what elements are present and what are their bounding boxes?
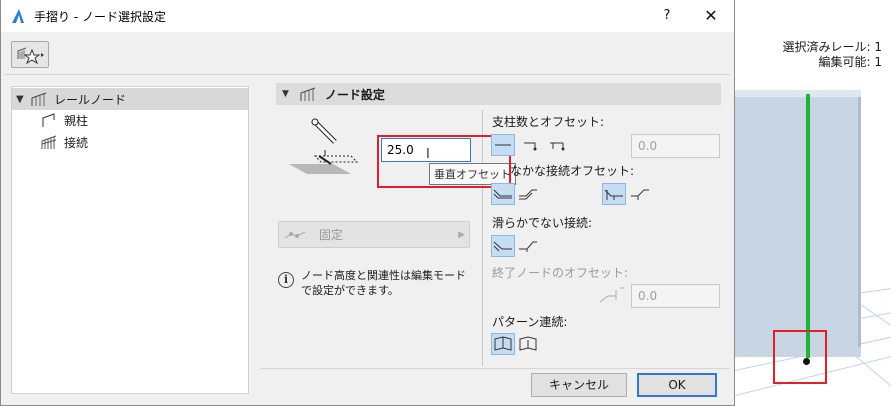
posts-mode-icon bbox=[524, 142, 537, 151]
fix-mode-icon bbox=[284, 231, 306, 238]
fix-dropdown-label: 固定 bbox=[319, 228, 344, 242]
tree-item-connection[interactable]: 接続 bbox=[38, 131, 88, 153]
node-preview-diagram bbox=[289, 118, 359, 174]
footer-divider bbox=[260, 368, 730, 369]
posts-offset-label: 支柱数とオフセット: bbox=[492, 115, 605, 129]
pattern-icon bbox=[519, 336, 537, 351]
title-bar: 手摺り - ノード選択設定 ? ✕ bbox=[1, 0, 734, 32]
info-icon: i bbox=[278, 272, 294, 288]
settings-tree: ▼ レールノード 親柱 接続 bbox=[11, 86, 249, 394]
posts-offset-field: 0.0 bbox=[631, 134, 720, 158]
smooth-button-4[interactable] bbox=[628, 183, 652, 205]
posts-mode-icon bbox=[550, 142, 565, 151]
smooth-button-3[interactable] bbox=[602, 183, 626, 205]
info-text: ノード高度と関連性は編集モードで設定ができます。 bbox=[301, 269, 466, 297]
nonsmooth-button-2[interactable] bbox=[516, 235, 540, 257]
nonsmooth-button-1[interactable] bbox=[491, 235, 515, 257]
smooth-button-1[interactable] bbox=[491, 183, 515, 205]
selected-rails-count: 選択済みレール: 1 bbox=[782, 40, 883, 54]
smooth-connection-icon bbox=[631, 189, 649, 200]
app-icon bbox=[12, 9, 24, 23]
nonsmooth-connection-icon bbox=[493, 241, 512, 252]
nonsmooth-label: 滑らかでない接続: bbox=[492, 216, 593, 230]
pattern-continuation-label: パターン連続: bbox=[492, 315, 568, 329]
posts-mode-button-3[interactable] bbox=[546, 134, 570, 156]
node-highlight-frame bbox=[773, 330, 827, 384]
smooth-connection-icon bbox=[519, 189, 537, 200]
selection-info: 選択済みレール: 1 編集可能: 1 bbox=[783, 40, 883, 70]
panel-title: ノード設定 bbox=[324, 87, 385, 102]
editable-count: 編集可能: 1 bbox=[818, 55, 883, 69]
connection-icon bbox=[41, 135, 57, 149]
end-node-offset-label: 終了ノードのオフセット: bbox=[492, 266, 629, 280]
pattern-button-2[interactable] bbox=[516, 333, 540, 355]
favorites-star-icon bbox=[17, 47, 44, 64]
posts-mode-button-1[interactable] bbox=[491, 134, 515, 156]
smooth-connection-icon bbox=[493, 189, 512, 199]
posts-mode-button-2[interactable] bbox=[520, 134, 544, 156]
tree-item-rail-node[interactable]: ▼ レールノード bbox=[12, 88, 248, 110]
favorites-button[interactable] bbox=[11, 41, 49, 68]
nonsmooth-connection-icon bbox=[519, 241, 537, 252]
smooth-button-2[interactable] bbox=[516, 183, 540, 205]
window-title: 手摺り - ノード選択設定 bbox=[34, 9, 166, 24]
tree-item-newel-post[interactable]: 親柱 bbox=[38, 109, 88, 131]
wall-face bbox=[735, 97, 861, 357]
pattern-button-1[interactable] bbox=[491, 333, 515, 355]
rail-node-icon bbox=[31, 92, 47, 106]
tree-item-label: 親柱 bbox=[64, 113, 89, 128]
posts-mode-icon bbox=[495, 144, 511, 146]
tree-item-label: レールノード bbox=[54, 92, 127, 107]
tree-item-label: 接続 bbox=[64, 135, 89, 150]
pattern-icon bbox=[494, 336, 512, 351]
end-node-offset-icon bbox=[599, 287, 624, 303]
newel-post-icon bbox=[42, 113, 55, 127]
node-settings-icon bbox=[300, 87, 316, 101]
ok-button[interactable]: OK bbox=[637, 373, 717, 397]
smooth-connection-icon bbox=[604, 189, 623, 200]
rail-post[interactable] bbox=[806, 94, 810, 358]
wall-side bbox=[858, 97, 861, 347]
cancel-button[interactable]: キャンセル bbox=[531, 373, 627, 397]
chevron-down-icon[interactable]: ▼ bbox=[16, 94, 28, 105]
panel-header[interactable]: ▼ ノード設定 bbox=[276, 83, 721, 105]
divider bbox=[4, 74, 730, 75]
help-button[interactable]: ? bbox=[657, 6, 677, 26]
collapse-triangle-icon[interactable]: ▼ bbox=[282, 89, 289, 99]
end-node-offset-field: 0.0 bbox=[631, 284, 720, 308]
close-button[interactable]: ✕ bbox=[701, 6, 721, 26]
fix-dropdown[interactable]: 固定 ▶ bbox=[278, 221, 470, 248]
smooth-offset-label: なかな接続オフセット: bbox=[510, 164, 635, 178]
chevron-right-icon: ▶ bbox=[458, 229, 465, 240]
